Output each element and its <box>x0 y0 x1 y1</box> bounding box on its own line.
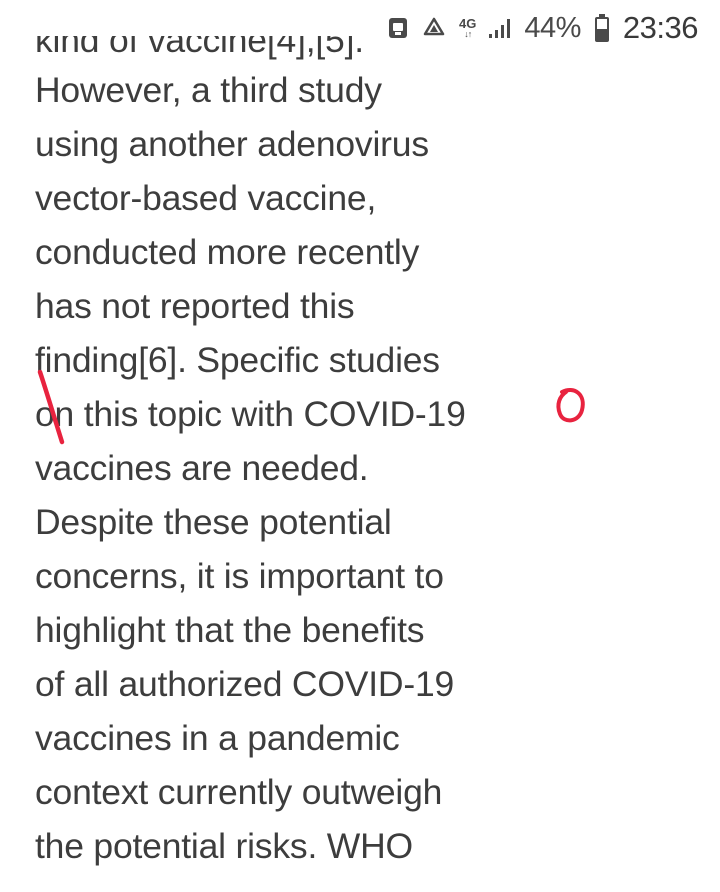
ink-slash-annotation <box>37 369 65 445</box>
article-line: has not reported this <box>35 286 355 326</box>
article-line: on this topic with COVID-19 <box>35 394 466 434</box>
article-line: conducted more recently <box>35 232 420 272</box>
article-line: finding[6]. Specific studies <box>35 340 440 380</box>
ink-circle-annotation <box>556 388 585 423</box>
article-line: of all authorized COVID-19 <box>35 664 455 704</box>
article-line: vaccines in a pandemic <box>35 718 400 758</box>
signal-strength-icon <box>488 17 512 39</box>
status-bar: 4G ↓↑ 44% 23:36 <box>387 0 720 56</box>
article-line: vaccines are needed. <box>35 448 369 488</box>
network-type-indicator: 4G ↓↑ <box>459 17 476 39</box>
article-line: context currently outweigh <box>35 772 443 812</box>
clock: 23:36 <box>622 10 699 45</box>
article-line: concerns, it is important to <box>35 556 444 596</box>
article-body: kind of vaccine[4],[5]. However, a third… <box>35 36 555 873</box>
battery-icon <box>593 13 611 43</box>
article-line: the potential risks. WHO <box>35 826 413 866</box>
article-line: However, a third study <box>35 70 382 110</box>
article-line: using another adenovirus <box>35 124 429 164</box>
article-line: Despite these potential <box>35 502 392 542</box>
network-data-arrows-icon: ↓↑ <box>464 29 472 39</box>
battery-percentage: 44% <box>524 11 581 44</box>
notification-app-icon <box>387 16 409 40</box>
recycling-icon <box>421 16 447 40</box>
article-line: vector-based vaccine, <box>35 178 377 218</box>
article-line: highlight that the benefits <box>35 610 425 650</box>
